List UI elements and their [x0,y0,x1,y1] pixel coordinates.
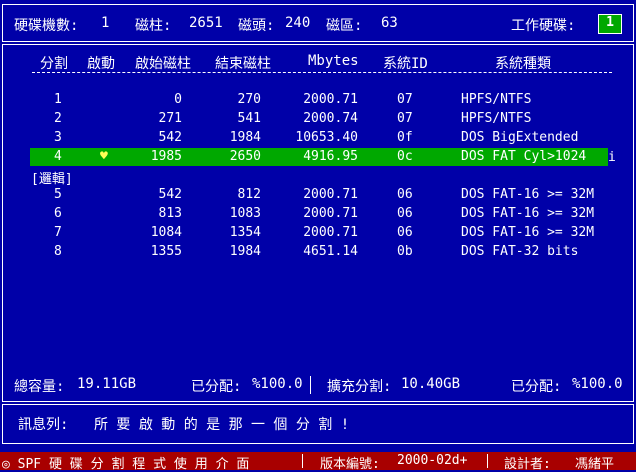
partition-row[interactable]: 6 813 1083 2000.71 06 DOS FAT-16 >= 32M [30,205,608,223]
header-system-type: 系統種類 [495,56,551,72]
sectors-label: 磁區: [326,18,363,34]
total-capacity-value: 19.11GB [77,376,137,392]
system-id: 06 [397,187,413,202]
start-cylinder: 1985 [150,149,182,164]
mbytes: 4916.95 [303,149,358,164]
partition-row[interactable]: 1 0 270 2000.71 07 HPFS/NTFS [30,91,608,109]
system-id: 07 [397,92,413,107]
end-cylinder: 1083 [229,206,261,221]
mbytes: 2000.71 [303,92,358,107]
system-id: 07 [397,111,413,126]
system-type: HPFS/NTFS [461,111,532,126]
header-system-id: 系統ID [383,56,428,72]
designer-label: 設計者: [504,457,551,472]
system-type: DOS FAT-16 >= 32M [461,187,595,202]
partition-row-selected[interactable]: 4 ♥ 1985 2650 4916.95 0c DOS FAT Cyl>102… [30,148,608,166]
message-text: 所 要 啟 動 的 是 那 一 個 分 割 ! [94,417,350,433]
start-cylinder: 271 [158,111,182,126]
end-cylinder: 1354 [229,225,261,240]
start-cylinder: 542 [158,187,182,202]
version-label: 版本編號: [320,457,380,472]
system-type: DOS BigExtended [461,130,579,145]
work-disk-label: 工作硬碟: [511,18,576,34]
header-mbytes: Mbytes [308,53,359,69]
start-cylinder: 1084 [150,225,182,240]
disk-count-value: 1 [101,15,110,31]
mbytes: 10653.40 [295,130,358,145]
extended-partition-label: 擴充分割: [327,379,392,395]
start-cylinder: 0 [174,92,182,107]
system-id: 0c [397,149,413,164]
designer-name: 馮緒平 [575,457,615,472]
start-cylinder: 542 [158,130,182,145]
system-id: 0f [397,130,413,145]
partition-number: 7 [54,225,62,240]
system-type: DOS FAT Cyl>1024 [461,149,587,164]
header-start-cylinder: 啟始磁柱 [135,56,191,72]
heads-label: 磁頭: [238,18,275,34]
end-cylinder: 541 [237,111,261,126]
partition-row[interactable]: 5 542 812 2000.71 06 DOS FAT-16 >= 32M [30,186,608,204]
partition-number: 2 [54,111,62,126]
footer-separator [487,454,488,468]
logical-partitions-label: [邏輯] [31,172,73,187]
footer-separator [302,454,303,468]
partition-row[interactable]: 8 1355 1984 4651.14 0b DOS FAT-32 bits [30,243,608,261]
footer-status-bar: ◎ SPF 硬 碟 分 割 程 式 使 用 介 面 版本編號: 2000-02d… [0,452,636,472]
work-disk-selector[interactable]: 1 [598,14,622,34]
header-boot: 啟動 [87,56,115,72]
system-type: DOS FAT-16 >= 32M [461,206,595,221]
partition-number: 6 [54,206,62,221]
selection-marker: i [608,150,616,165]
disk-count-label: 硬碟機數: [14,18,79,34]
allocated-value: %100.0 [252,376,303,392]
cylinders-value: 2651 [189,15,223,31]
header-end-cylinder: 結束磁柱 [215,56,271,72]
system-id: 06 [397,206,413,221]
boot-indicator-icon: ♥ [100,149,108,164]
end-cylinder: 1984 [229,244,261,259]
allocated-label: 已分配: [191,379,242,395]
system-id: 06 [397,225,413,240]
heads-value: 240 [285,15,311,31]
partition-number: 1 [54,92,62,107]
start-cylinder: 1355 [150,244,182,259]
mbytes: 2000.71 [303,225,358,240]
partition-number: 4 [54,149,62,164]
mbytes: 2000.71 [303,187,358,202]
system-type: DOS FAT-32 bits [461,244,579,259]
summary-separator [310,376,311,394]
partition-row[interactable]: 7 1084 1354 2000.71 06 DOS FAT-16 >= 32M [30,224,608,242]
start-cylinder: 813 [158,206,182,221]
system-type: DOS FAT-16 >= 32M [461,225,595,240]
cylinders-label: 磁柱: [135,18,172,34]
end-cylinder: 2650 [229,149,261,164]
mbytes: 2000.71 [303,206,358,221]
system-type: HPFS/NTFS [461,92,532,107]
partition-number: 8 [54,244,62,259]
header-partition: 分割 [40,56,68,72]
app-title: ◎ SPF 硬 碟 分 割 程 式 使 用 介 面 [2,457,250,472]
end-cylinder: 812 [237,187,261,202]
total-capacity-label: 總容量: [14,379,65,395]
partition-number: 5 [54,187,62,202]
extended-partition-value: 10.40GB [401,376,461,392]
header-divider [32,72,612,73]
ext-allocated-value: %100.0 [572,376,623,392]
version-value: 2000-02d+ [397,453,468,468]
ext-allocated-label: 已分配: [511,379,562,395]
mbytes: 2000.74 [303,111,358,126]
message-label: 訊息列: [18,417,69,433]
system-id: 0b [397,244,413,259]
partition-row[interactable]: 3 542 1984 10653.40 0f DOS BigExtended [30,129,608,147]
partition-row[interactable]: 2 271 541 2000.74 07 HPFS/NTFS [30,110,608,128]
end-cylinder: 1984 [229,130,261,145]
end-cylinder: 270 [237,92,261,107]
mbytes: 4651.14 [303,244,358,259]
partition-number: 3 [54,130,62,145]
sectors-value: 63 [381,15,398,31]
